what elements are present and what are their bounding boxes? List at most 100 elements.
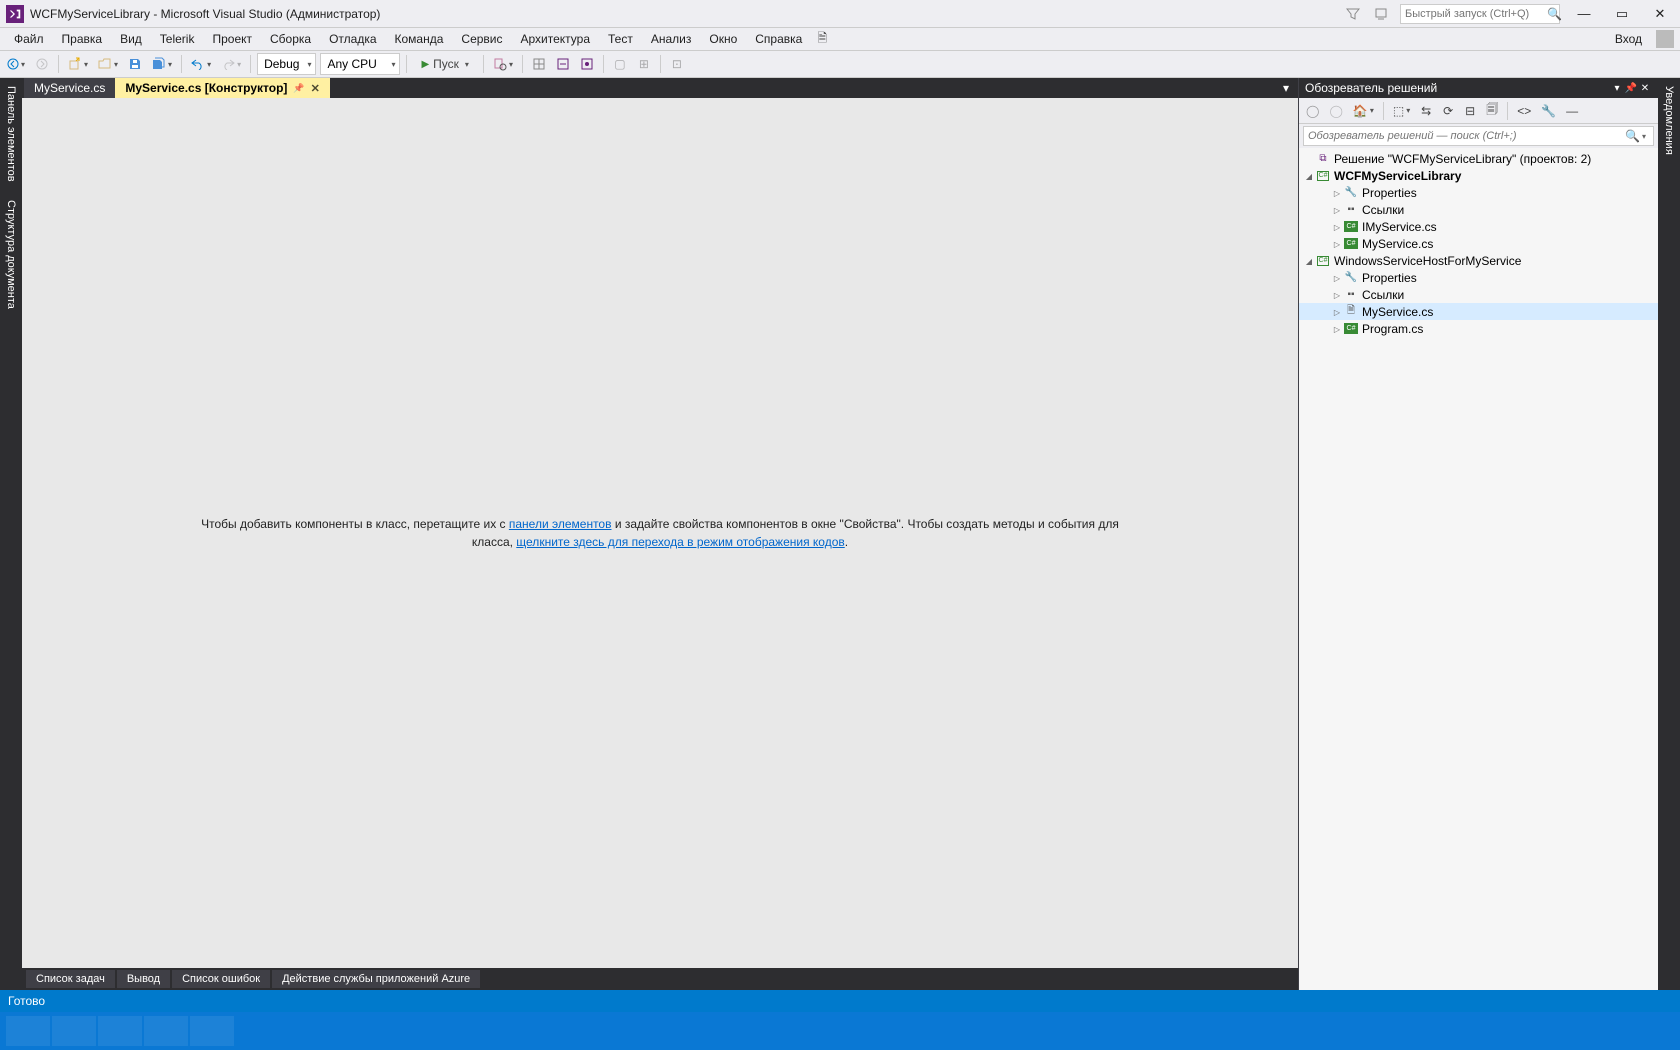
menu-file[interactable]: Файл xyxy=(6,30,52,48)
expand-icon[interactable] xyxy=(1303,256,1315,266)
tree-item[interactable]: 🔧 Properties xyxy=(1299,184,1658,201)
quick-launch-input[interactable] xyxy=(1405,8,1547,20)
close-button[interactable]: ✕ xyxy=(1646,4,1674,24)
menu-window[interactable]: Окно xyxy=(701,30,745,48)
error-list-tab[interactable]: Список ошибок xyxy=(172,970,270,988)
tree-item[interactable]: C# MyService.cs xyxy=(1299,235,1658,252)
project-node[interactable]: C# WindowsServiceHostForMyService xyxy=(1299,252,1658,269)
search-icon[interactable]: 🔍 xyxy=(1547,7,1561,21)
menu-build[interactable]: Сборка xyxy=(262,30,319,48)
notifications-tab[interactable]: Уведомления xyxy=(1661,78,1677,163)
tab-myservice-cs[interactable]: MyService.cs xyxy=(24,78,115,98)
config-select[interactable]: Debug xyxy=(257,53,316,75)
designer-surface[interactable]: Чтобы добавить компоненты в класс, перет… xyxy=(22,98,1298,968)
extra-btn-1[interactable]: ▢ xyxy=(610,53,630,75)
menu-analyze[interactable]: Анализ xyxy=(643,30,700,48)
expand-icon[interactable] xyxy=(1303,171,1315,181)
panel-title-bar[interactable]: Обозреватель решений ▾ 📌 ✕ xyxy=(1299,78,1658,98)
search-options-icon[interactable]: ▾ xyxy=(1639,132,1649,141)
toolbox-link[interactable]: панели элементов xyxy=(509,517,612,531)
view-code-icon[interactable]: <> xyxy=(1514,100,1534,122)
tree-item[interactable]: 🔧 Properties xyxy=(1299,269,1658,286)
extra-btn-3[interactable]: ⊡ xyxy=(667,53,687,75)
sync-icon[interactable]: ⇆ xyxy=(1417,100,1435,122)
maximize-button[interactable]: ▭ xyxy=(1608,4,1636,24)
doc-outline-tab[interactable]: Структура документа xyxy=(3,192,19,317)
close-panel-icon[interactable]: ✕ xyxy=(1638,83,1652,94)
save-button[interactable] xyxy=(125,53,145,75)
code-view-link[interactable]: щелкните здесь для перехода в режим отоб… xyxy=(516,535,844,549)
refresh-icon[interactable]: ⟳ xyxy=(1439,100,1457,122)
azure-activity-tab[interactable]: Действие службы приложений Azure xyxy=(272,970,480,988)
tree-item[interactable]: C# IMyService.cs xyxy=(1299,218,1658,235)
telerik-btn-1[interactable] xyxy=(529,53,549,75)
menu-debug[interactable]: Отладка xyxy=(321,30,384,48)
back-button[interactable] xyxy=(4,53,28,75)
taskbar-item[interactable] xyxy=(98,1016,142,1046)
menu-project[interactable]: Проект xyxy=(204,30,260,48)
windows-taskbar[interactable] xyxy=(0,1012,1680,1050)
solution-search-box[interactable]: 🔍 ▾ xyxy=(1303,126,1654,146)
menu-tools[interactable]: Сервис xyxy=(453,30,510,48)
minimize-button[interactable]: — xyxy=(1570,4,1598,24)
search-icon[interactable]: 🔍 xyxy=(1625,129,1639,143)
feedback-icon[interactable]: 🗎 xyxy=(812,28,832,50)
menu-architecture[interactable]: Архитектура xyxy=(513,30,599,48)
taskbar-item[interactable] xyxy=(144,1016,188,1046)
start-debug-button[interactable]: ▶ Пуск xyxy=(413,53,476,75)
tree-item[interactable]: ▪▪ Ссылки xyxy=(1299,201,1658,218)
extra-btn-2[interactable]: ⊞ xyxy=(634,53,654,75)
tab-myservice-designer[interactable]: MyService.cs [Конструктор] 📌 ✕ xyxy=(115,78,330,98)
menu-edit[interactable]: Правка xyxy=(54,30,111,48)
tree-item[interactable]: C# Program.cs xyxy=(1299,320,1658,337)
document-dropdown-icon[interactable]: ▾ xyxy=(1278,78,1294,98)
taskbar-item[interactable] xyxy=(52,1016,96,1046)
tree-item[interactable]: 🗎 MyService.cs xyxy=(1299,303,1658,320)
forward-button[interactable] xyxy=(32,53,52,75)
expand-icon[interactable] xyxy=(1331,205,1343,215)
expand-icon[interactable] xyxy=(1331,307,1343,317)
collapse-all-icon[interactable]: ⊟ xyxy=(1461,100,1479,122)
project-node[interactable]: C# WCFMyServiceLibrary xyxy=(1299,167,1658,184)
menu-team[interactable]: Команда xyxy=(387,30,452,48)
menu-telerik[interactable]: Telerik xyxy=(152,30,203,48)
solution-search-input[interactable] xyxy=(1308,130,1625,142)
task-list-tab[interactable]: Список задач xyxy=(26,970,115,988)
expand-icon[interactable] xyxy=(1331,290,1343,300)
sign-in-link[interactable]: Вход xyxy=(1607,30,1650,48)
autohide-pin-icon[interactable]: 📌 xyxy=(1624,83,1638,94)
close-tab-icon[interactable]: ✕ xyxy=(311,82,320,95)
menu-view[interactable]: Вид xyxy=(112,30,150,48)
open-file-button[interactable] xyxy=(95,53,121,75)
telerik-btn-3[interactable] xyxy=(577,53,597,75)
taskbar-item[interactable] xyxy=(190,1016,234,1046)
preview-icon[interactable]: — xyxy=(1563,100,1581,122)
telerik-btn-2[interactable] xyxy=(553,53,573,75)
taskbar-item[interactable] xyxy=(6,1016,50,1046)
show-all-files-icon[interactable]: 🗐 xyxy=(1483,100,1501,122)
redo-button[interactable] xyxy=(218,53,244,75)
tree-item[interactable]: ▪▪ Ссылки xyxy=(1299,286,1658,303)
output-tab[interactable]: Вывод xyxy=(117,970,170,988)
expand-icon[interactable] xyxy=(1331,239,1343,249)
properties-icon[interactable]: 🔧 xyxy=(1538,100,1559,122)
menu-help[interactable]: Справка xyxy=(747,30,810,48)
back-icon[interactable]: ◯ xyxy=(1303,100,1322,122)
expand-icon[interactable] xyxy=(1331,273,1343,283)
undo-button[interactable] xyxy=(188,53,214,75)
window-position-icon[interactable]: ▾ xyxy=(1610,83,1624,94)
scope-icon[interactable]: ⬚ xyxy=(1390,100,1413,122)
new-project-button[interactable] xyxy=(65,53,91,75)
find-in-files-button[interactable] xyxy=(490,53,516,75)
fwd-icon[interactable]: ◯ xyxy=(1326,100,1345,122)
expand-icon[interactable] xyxy=(1331,324,1343,334)
toolbox-tab[interactable]: Панель элементов xyxy=(3,78,19,190)
save-all-button[interactable] xyxy=(149,53,175,75)
expand-icon[interactable] xyxy=(1331,222,1343,232)
filter-icon[interactable] xyxy=(1344,5,1362,23)
menu-test[interactable]: Тест xyxy=(600,30,641,48)
home-icon[interactable]: 🏠 xyxy=(1350,100,1377,122)
avatar-icon[interactable] xyxy=(1656,30,1674,48)
platform-select[interactable]: Any CPU xyxy=(320,53,400,75)
solution-node[interactable]: ⧉ Решение "WCFMyServiceLibrary" (проекто… xyxy=(1299,150,1658,167)
